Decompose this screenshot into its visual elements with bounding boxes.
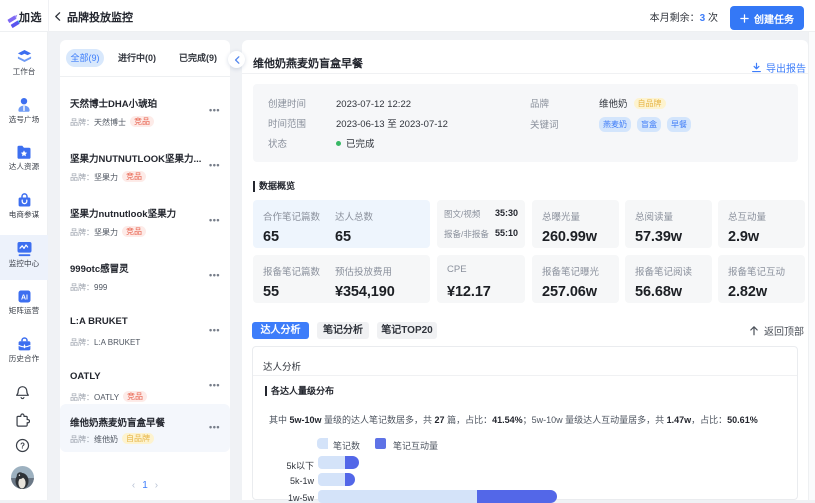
svg-text:AI: AI (21, 294, 28, 301)
svg-text:?: ? (20, 441, 25, 450)
